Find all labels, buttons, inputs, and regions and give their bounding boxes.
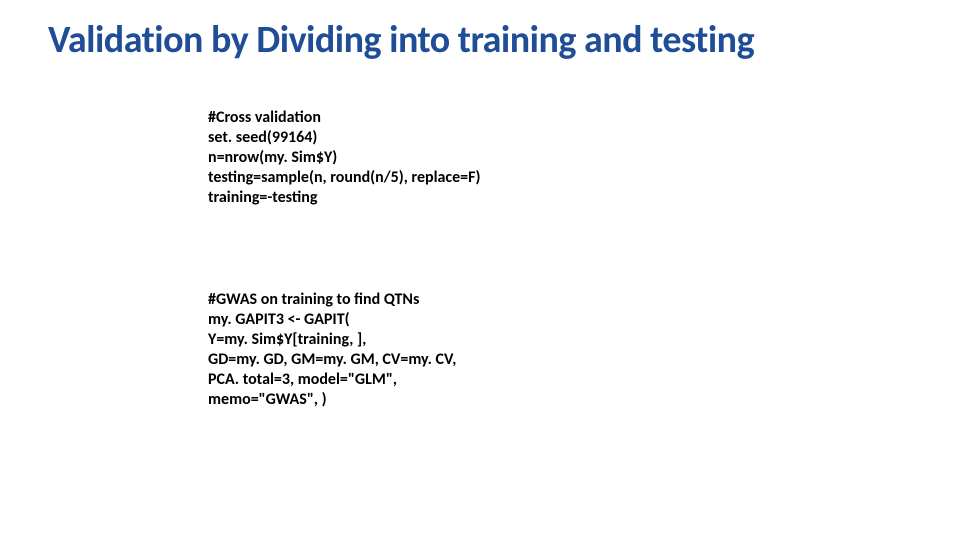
slide: Validation by Dividing into training and… — [0, 0, 960, 540]
code-block-gwas: #GWAS on training to find QTNs my. GAPIT… — [208, 290, 456, 410]
code-block-cross-validation: #Cross validation set. seed(99164) n=nro… — [208, 108, 480, 208]
slide-title: Validation by Dividing into training and… — [48, 20, 940, 62]
